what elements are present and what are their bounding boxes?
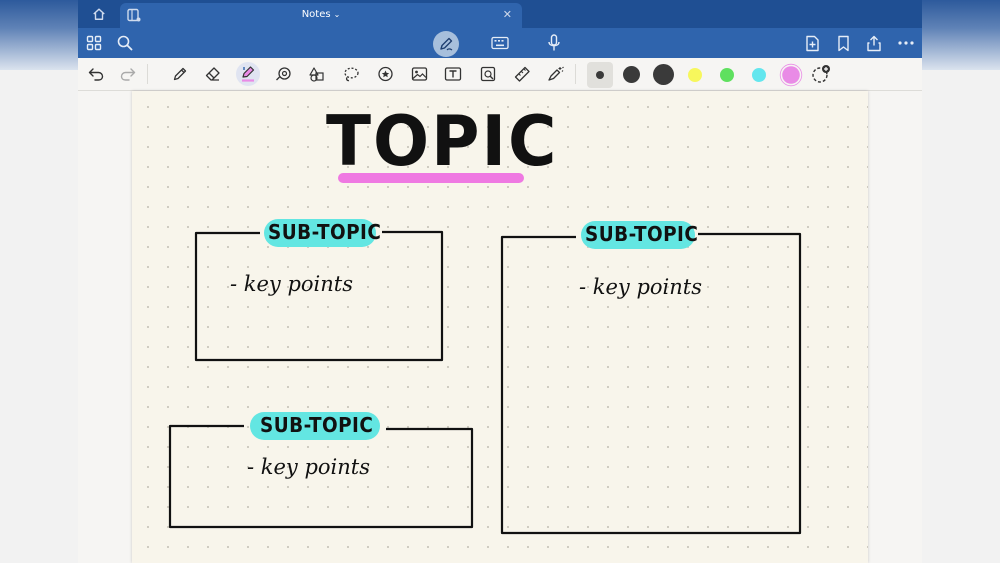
pen-tool[interactable] [170,64,190,84]
add-page-icon [805,35,819,51]
stroke-size-selected[interactable] [587,62,613,88]
stroke-size-small-dot [596,71,604,79]
more-icon [898,41,914,45]
subtopic-heading: SUB-TOPIC [585,222,699,246]
lasso-icon [343,67,359,82]
ruler-tool[interactable] [512,64,532,84]
home-icon [93,8,105,20]
subtopic-heading: SUB-TOPIC [260,413,374,437]
subtopic-box [194,230,444,362]
add-color-button[interactable] [811,64,831,84]
tab-notes[interactable]: Notes ⌄ ✕ [120,3,522,28]
text-tool[interactable] [443,64,463,84]
elements-icon [308,67,324,82]
image-icon [411,67,427,81]
redo-button[interactable] [118,64,138,84]
keyboard-icon [491,36,509,50]
stroke-size-medium[interactable] [623,66,640,83]
redo-icon [120,68,136,81]
key-points-text: - key points [579,275,703,299]
sticker-icon [377,66,393,82]
undo-button[interactable] [86,64,106,84]
key-points-text: - key points [247,455,371,479]
shape-tool[interactable] [273,64,293,84]
highlighter-icon [242,66,255,82]
bookmark-icon [837,35,849,51]
more-button[interactable] [896,33,916,53]
laser-tool[interactable] [546,64,566,84]
navigation-bar [78,28,922,58]
image-tool[interactable] [409,64,429,84]
toolbar-divider [147,64,148,84]
search-icon [117,35,133,51]
share-icon [867,35,881,51]
scan-icon [480,66,495,82]
keyboard-button[interactable] [490,33,510,53]
home-button[interactable] [90,5,108,23]
shape-icon [275,67,291,81]
eraser-icon [205,67,220,81]
microphone-icon [548,34,560,51]
elements-tool[interactable] [306,64,326,84]
bookmark-button[interactable] [833,33,853,53]
ruler-icon [514,66,530,82]
undo-icon [88,68,104,81]
tab-bar: Notes ⌄ ✕ [78,0,922,28]
laser-icon [548,66,564,81]
subtopic-heading: SUB-TOPIC [268,220,382,244]
note-canvas[interactable]: TOPIC SUB-TOPIC - key points SUB-TOPIC -… [132,91,868,563]
key-points-text: - key points [230,272,354,296]
tool-bar [78,58,922,91]
highlighter-tool[interactable] [236,62,260,86]
pen-mode-icon [440,37,453,51]
color-swatch-cyan[interactable] [752,68,766,82]
pen-mode-button[interactable] [433,31,459,57]
scan-tool[interactable] [478,64,498,84]
color-swatch-pink-selected[interactable] [782,66,800,84]
share-button[interactable] [864,33,884,53]
note-title: TOPIC [326,101,559,182]
lasso-tool[interactable] [341,64,361,84]
add-page-button[interactable] [802,33,822,53]
add-color-icon [812,65,830,83]
search-button[interactable] [115,33,135,53]
toolbar-divider [575,64,576,84]
color-swatch-yellow[interactable] [688,68,702,82]
pen-icon [173,67,187,81]
microphone-button[interactable] [544,33,564,53]
grid-button[interactable] [84,33,104,53]
tab-title: Notes ⌄ [120,9,522,20]
notes-app-window: Notes ⌄ ✕ TOPIC SUB-TOPIC - key points S… [78,0,922,563]
text-icon [444,67,462,81]
chevron-down-icon[interactable]: ⌄ [334,10,341,19]
stroke-size-large[interactable] [653,64,674,85]
grid-icon [86,35,102,51]
color-swatch-green[interactable] [720,68,734,82]
tab-title-text: Notes [301,9,331,20]
eraser-tool[interactable] [203,64,223,84]
sticker-tool[interactable] [375,64,395,84]
tab-close-button[interactable]: ✕ [503,8,512,21]
